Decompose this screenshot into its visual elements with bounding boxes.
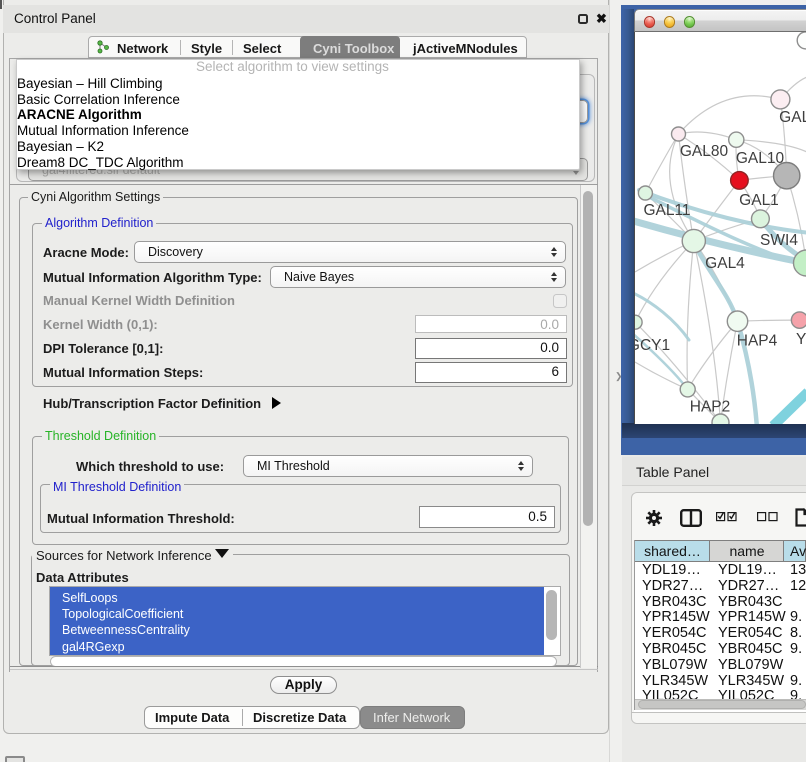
svg-text:HAP4: HAP4 (737, 333, 778, 350)
svg-text:GAL11: GAL11 (643, 202, 690, 219)
svg-text:GAL7: GAL7 (779, 109, 806, 126)
svg-text:YJ: YJ (796, 331, 806, 348)
svg-text:GAL80: GAL80 (680, 143, 729, 160)
svg-text:GAL1: GAL1 (739, 192, 779, 209)
svg-text:GCY1: GCY1 (635, 337, 670, 354)
svg-text:GAL10: GAL10 (736, 150, 785, 167)
svg-text:HAP2: HAP2 (690, 399, 731, 416)
svg-text:SWI4: SWI4 (760, 232, 798, 249)
svg-text:GAL4: GAL4 (705, 255, 745, 272)
